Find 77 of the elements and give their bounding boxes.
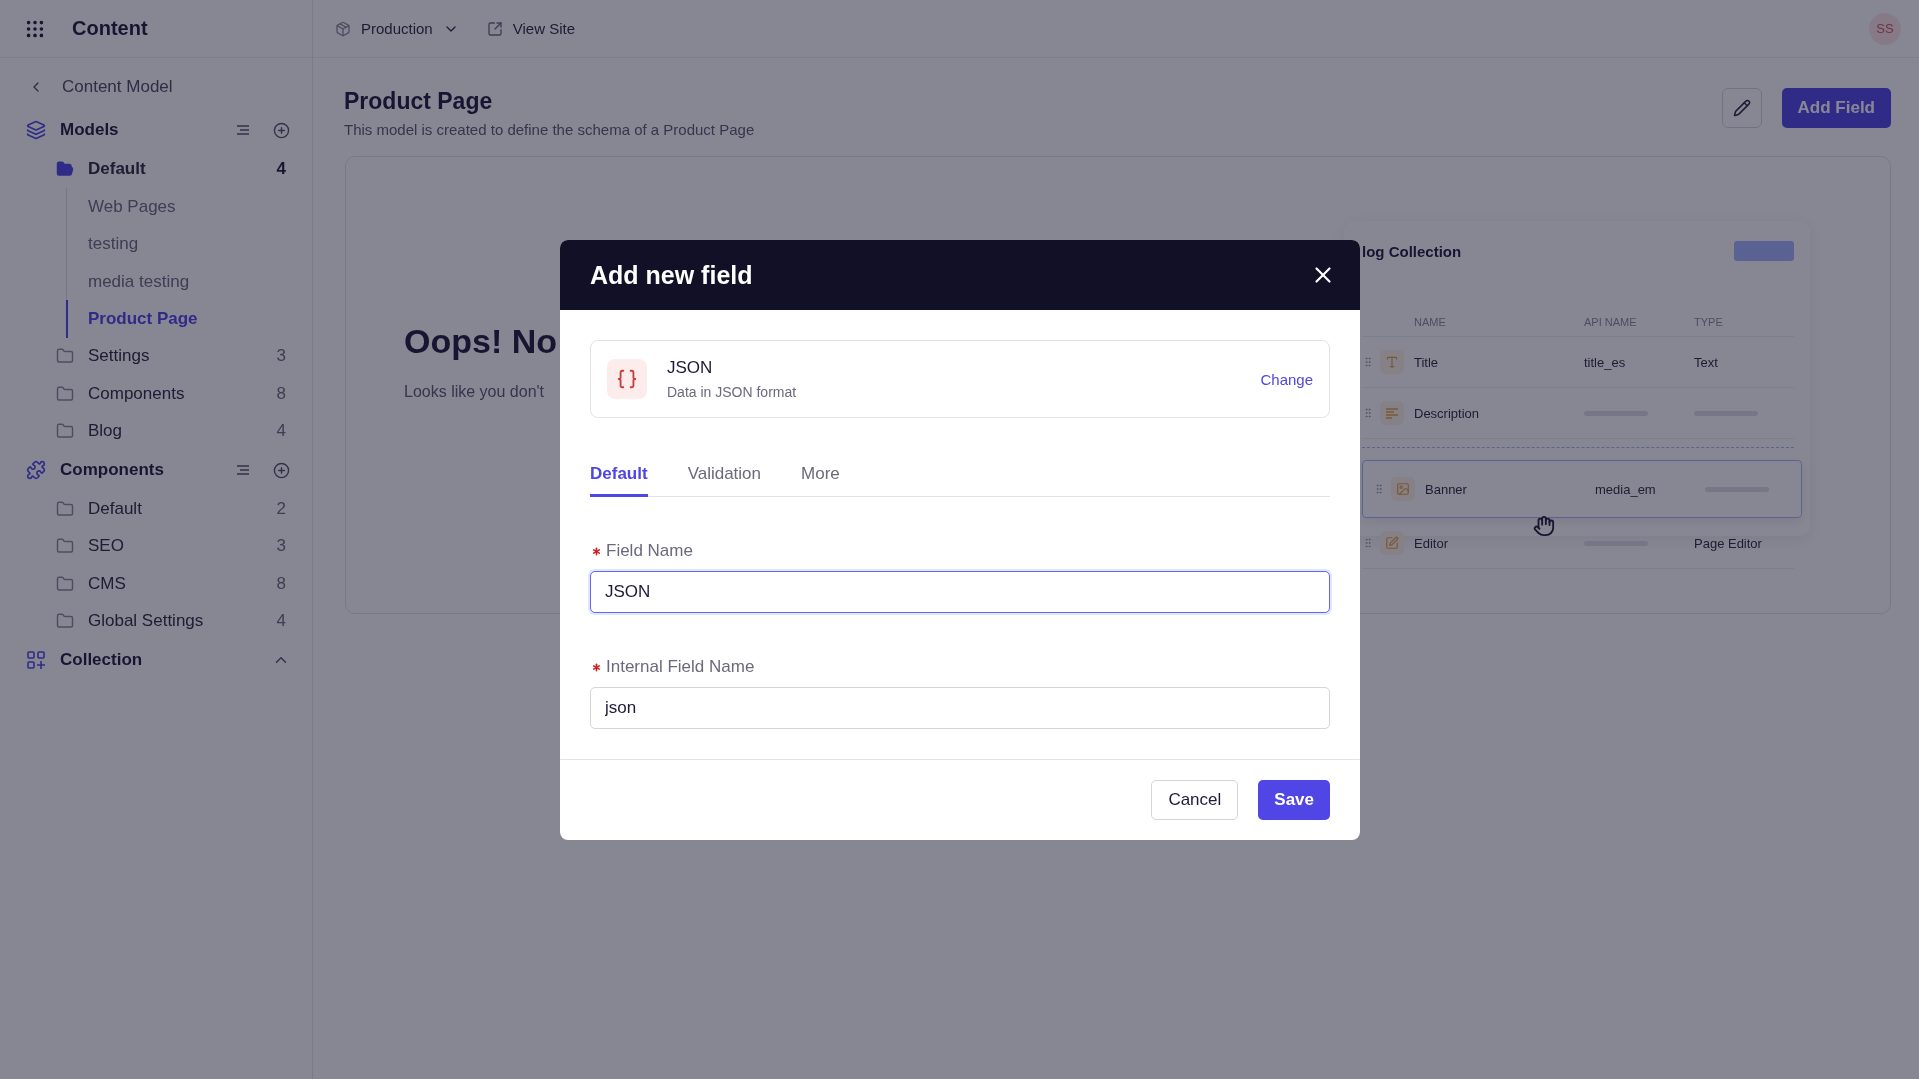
- empty-title: Oops! No: [404, 322, 558, 361]
- section-title[interactable]: Collection: [60, 650, 258, 670]
- environment-dropdown[interactable]: Production: [335, 20, 459, 37]
- drag-handle-icon: [1362, 407, 1374, 419]
- list-icon[interactable]: [235, 122, 251, 138]
- collection-icon: [26, 650, 46, 670]
- edit-button[interactable]: [1721, 88, 1762, 128]
- tab[interactable]: Default: [590, 464, 648, 497]
- pencil-icon: [1732, 99, 1751, 117]
- folder-icon: [56, 384, 74, 403]
- tab[interactable]: Validation: [687, 464, 762, 497]
- column-header: API NAME: [1584, 316, 1638, 328]
- model-item[interactable]: Web Pages: [66, 187, 312, 225]
- cancel-button[interactable]: Cancel: [1151, 780, 1239, 820]
- drag-handle-icon: [1373, 483, 1385, 495]
- folder-item[interactable]: Blog 4: [0, 412, 312, 450]
- box-icon: [335, 20, 351, 37]
- page-description: This model is created to define the schema of a Product Page: [344, 121, 756, 138]
- back-link[interactable]: Content Model: [0, 64, 312, 110]
- add-circle-icon[interactable]: [273, 121, 290, 139]
- api-name: media_em: [1595, 481, 1657, 497]
- page-title: Product Page: [344, 88, 494, 115]
- folder-item[interactable]: Settings 3: [0, 337, 312, 375]
- folder-item[interactable]: Global Settings 4: [0, 602, 312, 640]
- folder-item[interactable]: Default 4: [0, 150, 312, 188]
- field-label: Field Name: [606, 541, 693, 561]
- field-name: Editor: [1414, 535, 1449, 551]
- required-asterisk-icon: [590, 544, 603, 558]
- folder-item[interactable]: Default 2: [0, 490, 312, 528]
- field-type-name: JSON: [667, 358, 714, 378]
- grab-cursor-icon: [1533, 515, 1555, 537]
- external-link-icon: [486, 20, 503, 37]
- layers-icon: [26, 120, 46, 140]
- app-title: Content: [72, 17, 148, 40]
- braces-icon: [607, 359, 647, 399]
- folder-icon: [56, 574, 74, 593]
- drag-handle-icon: [1362, 537, 1374, 549]
- change-link[interactable]: Change: [1260, 370, 1313, 388]
- folder-item[interactable]: Components 8: [0, 375, 312, 413]
- tab[interactable]: More: [801, 464, 840, 497]
- api-name: title_es: [1584, 354, 1627, 370]
- column-header: NAME: [1414, 316, 1447, 328]
- illustration-title: log Collection: [1362, 242, 1463, 260]
- puzzle-icon: [26, 460, 46, 480]
- save-button[interactable]: Save: [1258, 780, 1330, 820]
- folder-item[interactable]: CMS 8: [0, 565, 312, 603]
- field-type-description: Data in JSON format: [667, 384, 798, 400]
- model-item[interactable]: testing: [66, 225, 312, 263]
- text-input[interactable]: json: [590, 687, 1330, 729]
- drag-handle-icon: [1362, 356, 1374, 368]
- dialog-title: Add new field: [590, 260, 754, 290]
- empty-text: Looks like you don't: [404, 383, 546, 401]
- folder-icon: [56, 347, 74, 366]
- field-name: Title: [1414, 354, 1440, 370]
- add-circle-icon[interactable]: [273, 461, 290, 479]
- text-input[interactable]: JSON: [590, 571, 1330, 613]
- section-title[interactable]: Models: [60, 120, 221, 140]
- folder-icon: [56, 159, 74, 178]
- section-title[interactable]: Components: [60, 460, 221, 480]
- field-label: Internal Field Name: [606, 657, 755, 677]
- field-type: Page Editor: [1694, 535, 1763, 551]
- folder-icon: [56, 537, 74, 556]
- list-icon[interactable]: [235, 462, 251, 478]
- add-field-button[interactable]: Add Field: [1781, 88, 1891, 128]
- field-type: Text: [1694, 354, 1719, 370]
- field-name: Banner: [1425, 481, 1468, 497]
- view-site-link[interactable]: View Site: [486, 20, 575, 37]
- field-name: Description: [1414, 405, 1481, 421]
- folder-icon: [56, 422, 74, 441]
- model-item[interactable]: media testing: [66, 262, 312, 300]
- folder-icon: [56, 612, 74, 631]
- column-header: TYPE: [1694, 316, 1724, 328]
- folder-item[interactable]: SEO 3: [0, 527, 312, 565]
- required-asterisk-icon: [590, 660, 603, 674]
- folder-icon: [56, 499, 74, 518]
- model-item[interactable]: Product Page: [66, 300, 312, 338]
- illustration-button-shape: [1734, 241, 1794, 261]
